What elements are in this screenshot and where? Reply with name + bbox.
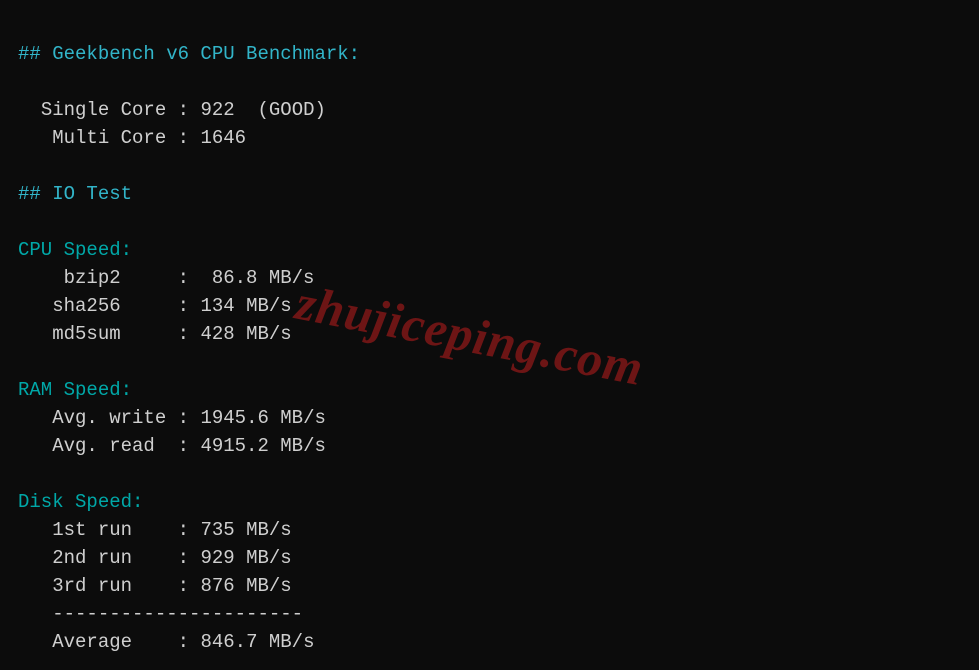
cpu-row-label: bzip2 — [64, 267, 121, 289]
disk-row-value: 735 MB/s — [200, 519, 291, 541]
cpu-row-label: sha256 — [52, 295, 120, 317]
disk-row-label: 1st run — [52, 519, 132, 541]
multi-core-label: Multi Core — [52, 127, 166, 149]
cpu-row-label: md5sum — [52, 323, 120, 345]
cpu-speed-header: CPU Speed: — [18, 239, 132, 261]
single-core-label: Single Core — [41, 99, 166, 121]
cpu-row-value: 134 MB/s — [200, 295, 291, 317]
disk-speed-header: Disk Speed: — [18, 491, 143, 513]
single-core-note: (GOOD) — [257, 99, 325, 121]
ram-row-value: 4915.2 MB/s — [200, 435, 325, 457]
ram-row-value: 1945.6 MB/s — [200, 407, 325, 429]
disk-row-value: 929 MB/s — [200, 547, 291, 569]
terminal-output: ## Geekbench v6 CPU Benchmark: Single Co… — [0, 0, 979, 668]
ram-row-label: Avg. write — [52, 407, 166, 429]
single-core-value: 922 — [200, 99, 234, 121]
disk-avg-label: Average — [52, 631, 132, 653]
multi-core-value: 1646 — [200, 127, 246, 149]
disk-row-value: 876 MB/s — [200, 575, 291, 597]
disk-row-label: 3rd run — [52, 575, 132, 597]
disk-divider: ---------------------- — [52, 603, 303, 625]
geekbench-header: ## Geekbench v6 CPU Benchmark: — [18, 43, 360, 65]
disk-row-label: 2nd run — [52, 547, 132, 569]
ram-row-label: Avg. read — [52, 435, 155, 457]
cpu-row-value: 428 MB/s — [200, 323, 291, 345]
ram-speed-header: RAM Speed: — [18, 379, 132, 401]
cpu-row-value: 86.8 MB/s — [212, 267, 315, 289]
io-test-header: ## IO Test — [18, 183, 132, 205]
disk-avg-value: 846.7 MB/s — [200, 631, 314, 653]
